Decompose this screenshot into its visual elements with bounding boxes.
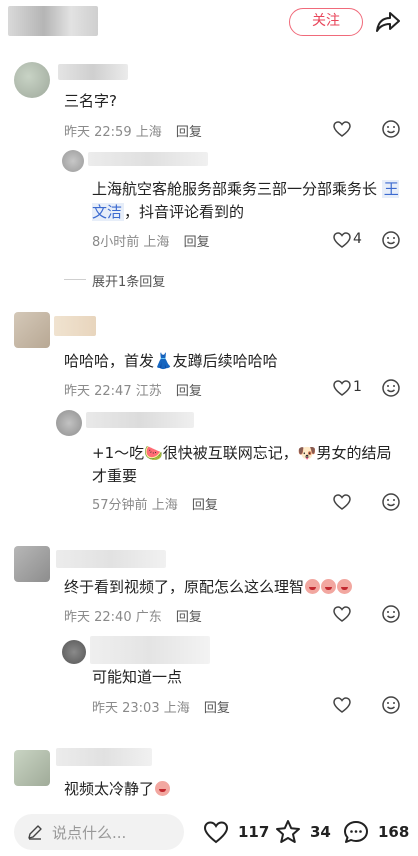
expand-divider <box>64 279 86 280</box>
comment-icon[interactable] <box>342 818 370 846</box>
comment-meta: 昨天 22:40 广东 回复 <box>64 610 202 625</box>
laugh-emoji-icon <box>155 781 171 796</box>
favorite-count: 34 <box>310 823 331 841</box>
emoji-react-icon[interactable] <box>381 604 401 624</box>
laugh-emoji-icon <box>321 579 337 594</box>
username[interactable] <box>54 316 96 336</box>
reply-text: 可能知道一点 <box>92 668 183 686</box>
comment-text: 终于看到视频了，原配怎么这么理智 <box>64 576 353 599</box>
reply-username[interactable] <box>90 636 210 664</box>
comment-input[interactable]: 说点什么... <box>14 814 184 850</box>
emoji-react-icon[interactable] <box>381 378 401 398</box>
reply-button[interactable]: 回复 <box>192 498 218 513</box>
emoji-react-icon[interactable] <box>381 119 401 139</box>
username[interactable] <box>56 748 152 766</box>
bottom-bar: 说点什么... 117 34 168 <box>0 800 418 856</box>
comment-text: 三名字? <box>64 92 117 110</box>
username[interactable] <box>56 550 166 568</box>
comment-count: 168 <box>378 823 410 841</box>
reply-text: 上海航空客舱服务部乘务三部一分部乘务长 王文洁 ，抖音评论看到的 <box>92 180 399 221</box>
avatar[interactable] <box>14 750 50 786</box>
emoji-react-icon[interactable] <box>381 230 401 250</box>
comment-meta: 昨天 22:47 江苏 回复 <box>64 384 202 399</box>
reply-meta: 昨天 23:03 上海 回复 <box>92 701 230 716</box>
avatar[interactable] <box>14 312 50 348</box>
reply-avatar[interactable] <box>62 640 86 664</box>
avatar[interactable] <box>14 546 50 582</box>
reply-meta: 8小时前 上海 回复 <box>92 235 210 250</box>
like-icon[interactable] <box>332 695 352 715</box>
reply-text: +1～吃🍉很快被互联网忘记，🐶男女的结局才重要 <box>92 444 392 485</box>
reply-button[interactable]: 回复 <box>176 125 202 140</box>
header: 关注 <box>0 0 418 46</box>
laugh-emoji-icon <box>337 579 353 594</box>
comment-input-placeholder: 说点什么... <box>52 824 127 842</box>
like-icon[interactable] <box>332 492 352 512</box>
avatar[interactable] <box>14 62 50 98</box>
like-count: 4 <box>353 231 362 247</box>
laugh-emoji-icon <box>305 579 321 594</box>
like-count: 117 <box>238 823 270 841</box>
emoji-react-icon[interactable] <box>381 492 401 512</box>
reply-button[interactable]: 回复 <box>184 235 210 250</box>
reply-username[interactable] <box>86 412 194 428</box>
comment-meta: 昨天 22:59 上海 回复 <box>64 121 202 140</box>
avatar[interactable] <box>8 6 98 36</box>
share-icon[interactable] <box>374 8 402 36</box>
comment-text: 视频太冷静了 <box>64 778 171 801</box>
like-icon[interactable] <box>332 604 352 624</box>
follow-button[interactable]: 关注 <box>289 8 363 36</box>
reply-meta: 57分钟前 上海 回复 <box>92 498 218 513</box>
expand-replies-button[interactable]: 展开1条回复 <box>92 271 165 290</box>
like-icon[interactable] <box>202 818 230 846</box>
reply-avatar[interactable] <box>56 410 82 436</box>
like-icon[interactable] <box>332 230 352 250</box>
comment-text: 哈哈哈，首发👗友蹲后续哈哈哈 <box>64 352 278 370</box>
username[interactable] <box>58 64 128 80</box>
reply-avatar[interactable] <box>62 150 84 172</box>
comment-location: 上海 <box>135 125 162 140</box>
pencil-icon <box>28 825 42 840</box>
reply-button[interactable]: 回复 <box>176 384 202 399</box>
like-icon[interactable] <box>332 119 352 139</box>
reply-button[interactable]: 回复 <box>176 610 202 625</box>
emoji-react-icon[interactable] <box>381 695 401 715</box>
comment-time: 昨天 22:59 <box>64 125 132 140</box>
like-count: 1 <box>353 379 362 395</box>
reply-username[interactable] <box>88 152 208 166</box>
star-icon[interactable] <box>274 818 302 846</box>
like-icon[interactable] <box>332 378 352 398</box>
reply-button[interactable]: 回复 <box>204 701 230 716</box>
